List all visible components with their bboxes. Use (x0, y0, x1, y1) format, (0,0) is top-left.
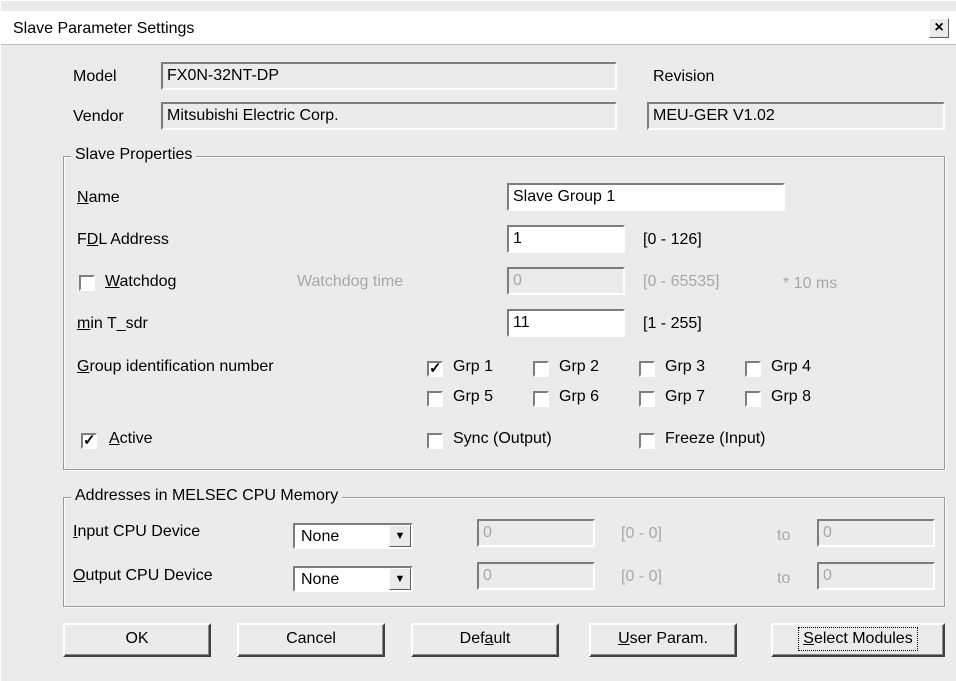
min-tsdr-range: [1 - 255] (643, 315, 702, 332)
name-input[interactable]: Slave Group 1 (507, 183, 785, 211)
output-address-range: [0 - 0] (621, 568, 662, 585)
chevron-down-icon[interactable]: ▼ (389, 525, 411, 547)
grp-8-checkbox[interactable] (744, 390, 762, 408)
slave-parameter-dialog: Slave Parameter Settings × Model FX0N-32… (0, 0, 956, 681)
input-to-label: to (777, 527, 791, 544)
close-button[interactable]: × (929, 18, 949, 38)
model-field: FX0N-32NT-DP (161, 62, 617, 90)
fdl-address-range: [0 - 126] (643, 231, 702, 248)
title-bar: Slave Parameter Settings × (1, 11, 956, 45)
active-label: Active (109, 430, 153, 447)
fdl-address-label: FDL Address (77, 231, 169, 248)
output-cpu-device-select[interactable]: None ▼ (293, 566, 413, 592)
sync-output-label: Sync (Output) (453, 430, 552, 447)
grp-4-label: Grp 4 (771, 358, 812, 375)
group-id-label: Group identification number (77, 358, 274, 375)
user-param-button[interactable]: User Param. (589, 623, 737, 657)
checkmark-icon: ✓ (429, 360, 442, 377)
output-cpu-device-value: None (301, 571, 340, 588)
input-address-range: [0 - 0] (621, 525, 662, 542)
watchdog-time-unit: * 10 ms (783, 275, 838, 292)
watchdog-checkbox[interactable] (78, 274, 96, 292)
grp-4-checkbox[interactable] (744, 360, 762, 378)
output-start-address: 0 (477, 562, 595, 590)
freeze-input-label: Freeze (Input) (665, 430, 766, 447)
input-start-address: 0 (477, 519, 595, 547)
input-cpu-device-select[interactable]: None ▼ (293, 523, 413, 549)
sync-output-checkbox[interactable] (426, 432, 444, 450)
watchdog-time-range: [0 - 65535] (643, 273, 720, 290)
input-cpu-device-label: Input CPU Device (73, 523, 201, 540)
select-modules-button[interactable]: Select Modules (771, 623, 945, 657)
grp-6-checkbox[interactable] (532, 390, 550, 408)
watchdog-time-input: 0 (507, 267, 625, 295)
slave-properties-group (63, 156, 945, 470)
input-end-address: 0 (817, 519, 935, 547)
window-title: Slave Parameter Settings (13, 20, 195, 37)
active-checkbox[interactable]: ✓ (80, 432, 98, 450)
addresses-group (63, 497, 945, 607)
grp-1-checkbox[interactable]: ✓ (426, 360, 444, 378)
watchdog-label: Watchdog (105, 273, 177, 290)
min-tsdr-label: min T_sdr (77, 315, 148, 332)
fdl-address-input[interactable]: 1 (507, 225, 625, 253)
addresses-caption: Addresses in MELSEC CPU Memory (71, 487, 343, 505)
grp-3-checkbox[interactable] (638, 360, 656, 378)
vendor-field: Mitsubishi Electric Corp. (161, 102, 617, 130)
default-button[interactable]: Default (411, 623, 559, 657)
min-tsdr-input[interactable]: 11 (507, 309, 625, 337)
chevron-down-icon[interactable]: ▼ (389, 568, 411, 590)
checkmark-icon: ✓ (83, 432, 96, 449)
output-to-label: to (777, 570, 791, 587)
grp-2-checkbox[interactable] (532, 360, 550, 378)
vendor-label: Vendor (73, 108, 124, 125)
grp-7-label: Grp 7 (665, 388, 706, 405)
name-label: Name (77, 189, 120, 206)
revision-field: MEU-GER V1.02 (647, 102, 945, 130)
grp-2-label: Grp 2 (559, 358, 600, 375)
grp-1-label: Grp 1 (453, 358, 494, 375)
grp-7-checkbox[interactable] (638, 390, 656, 408)
cancel-button[interactable]: Cancel (237, 623, 385, 657)
slave-properties-caption: Slave Properties (71, 146, 197, 164)
output-end-address: 0 (817, 562, 935, 590)
model-label: Model (73, 68, 117, 85)
grp-3-label: Grp 3 (665, 358, 706, 375)
output-cpu-device-label: Output CPU Device (73, 567, 213, 584)
freeze-input-checkbox[interactable] (638, 432, 656, 450)
close-icon: × (934, 19, 944, 36)
grp-8-label: Grp 8 (771, 388, 812, 405)
select-modules-label: Select Modules (798, 627, 918, 651)
grp-5-checkbox[interactable] (426, 390, 444, 408)
watchdog-time-label: Watchdog time (297, 273, 404, 290)
revision-label: Revision (653, 68, 715, 85)
grp-5-label: Grp 5 (453, 388, 494, 405)
grp-6-label: Grp 6 (559, 388, 600, 405)
input-cpu-device-value: None (301, 528, 340, 545)
ok-button[interactable]: OK (63, 623, 211, 657)
